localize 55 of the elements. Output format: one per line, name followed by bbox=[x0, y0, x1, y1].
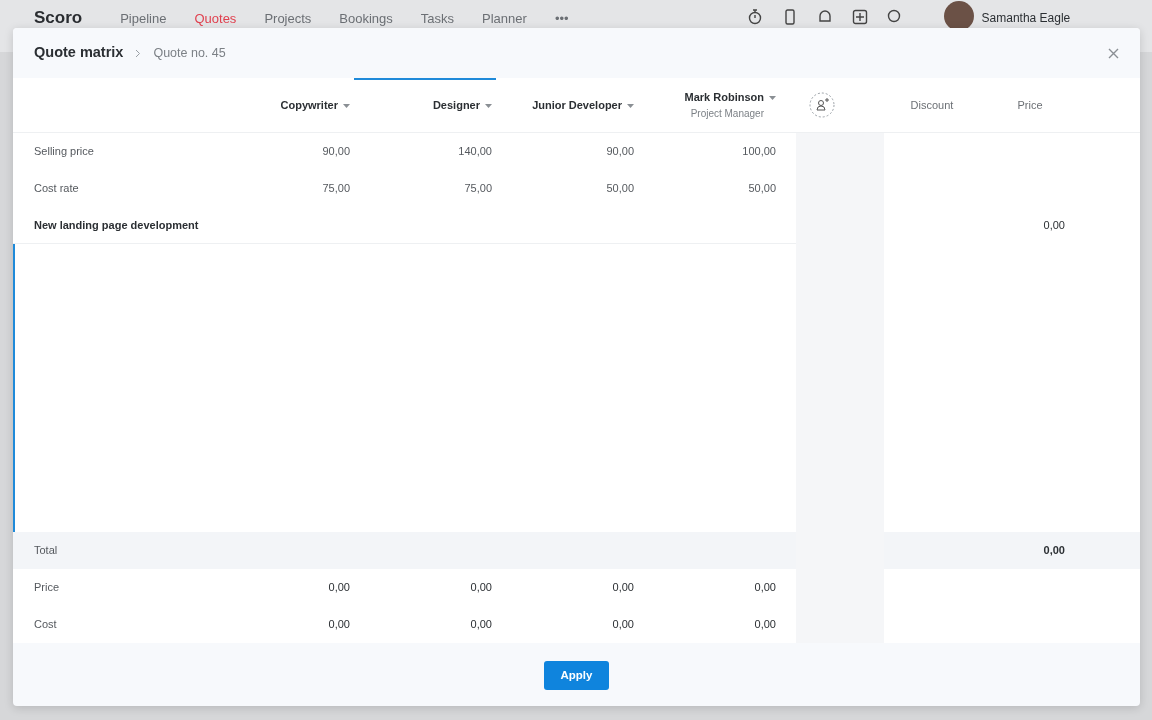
dialog-title: Quote matrix bbox=[34, 44, 124, 62]
table-cell-text: 100,00 bbox=[741, 144, 777, 160]
table-cell-text: 75,00 bbox=[463, 181, 493, 197]
apply-button[interactable]: Apply bbox=[543, 661, 610, 691]
table-cell-text: 0,00 bbox=[1042, 218, 1066, 234]
logo[interactable]: Scoro bbox=[34, 9, 83, 26]
plus-icon[interactable] bbox=[851, 9, 868, 25]
add-person-icon[interactable] bbox=[809, 92, 835, 118]
task-name[interactable]: New landing page development bbox=[13, 216, 496, 234]
more-menu[interactable]: ••• bbox=[554, 9, 569, 29]
table-cell-text: 0,00 bbox=[611, 617, 635, 633]
table-cell-text: 0,00 bbox=[327, 617, 351, 633]
table-cell-text: 50,00 bbox=[747, 181, 777, 197]
caret-icon bbox=[769, 96, 776, 101]
bell-icon[interactable] bbox=[816, 9, 833, 25]
table-cell-text: 0,00 bbox=[1042, 543, 1066, 559]
column-header[interactable]: Copywriter bbox=[212, 96, 354, 114]
table-cell-text: 0,00 bbox=[469, 580, 493, 596]
close-icon[interactable] bbox=[1108, 47, 1119, 59]
column-header: Price bbox=[1016, 97, 1044, 113]
table-cell-text: 0,00 bbox=[611, 580, 635, 596]
chevron-right-icon bbox=[135, 48, 142, 58]
timer-icon[interactable] bbox=[746, 9, 763, 25]
nav-link[interactable]: Bookings bbox=[339, 9, 393, 29]
breadcrumb-link[interactable]: Quote no. 45 bbox=[153, 43, 226, 63]
caret-icon bbox=[627, 103, 634, 108]
nav-link[interactable]: Quotes bbox=[194, 9, 237, 29]
table-cell-text: 50,00 bbox=[605, 181, 635, 197]
table-cell-text: 0,00 bbox=[469, 617, 493, 633]
row-label: Price bbox=[33, 580, 61, 596]
avatar[interactable] bbox=[943, 1, 974, 31]
table-cell-text: 0,00 bbox=[753, 580, 777, 596]
table-cell-text: 0,00 bbox=[327, 580, 351, 596]
row-label: Cost rate bbox=[33, 181, 80, 197]
column-header[interactable]: Designer bbox=[354, 78, 496, 132]
user-name[interactable]: Samantha Eagle bbox=[981, 9, 1071, 27]
column-header[interactable]: Mark Robinson Project Manager bbox=[638, 89, 780, 121]
nav-link[interactable]: Planner bbox=[482, 9, 527, 29]
column-header[interactable]: Junior Developer bbox=[496, 96, 638, 114]
table-cell-text: 75,00 bbox=[321, 181, 351, 197]
row-label: Cost bbox=[33, 617, 58, 633]
search-icon[interactable] bbox=[886, 9, 903, 25]
row-label: Total bbox=[33, 543, 59, 559]
nav-link[interactable]: Projects bbox=[264, 9, 312, 29]
row-label: Selling price bbox=[33, 144, 95, 160]
column-header: Discount bbox=[909, 97, 955, 113]
column-subtitle: Project Manager bbox=[689, 106, 765, 121]
table-cell-text: 90,00 bbox=[605, 144, 635, 160]
nav-link[interactable]: Tasks bbox=[420, 9, 455, 29]
caret-icon bbox=[343, 103, 350, 108]
caret-icon bbox=[485, 103, 492, 108]
table-cell-text: 90,00 bbox=[321, 144, 351, 160]
table-cell-text: 0,00 bbox=[753, 617, 777, 633]
nav-link[interactable]: Pipeline bbox=[120, 9, 167, 29]
table-cell-text: 140,00 bbox=[457, 144, 493, 160]
